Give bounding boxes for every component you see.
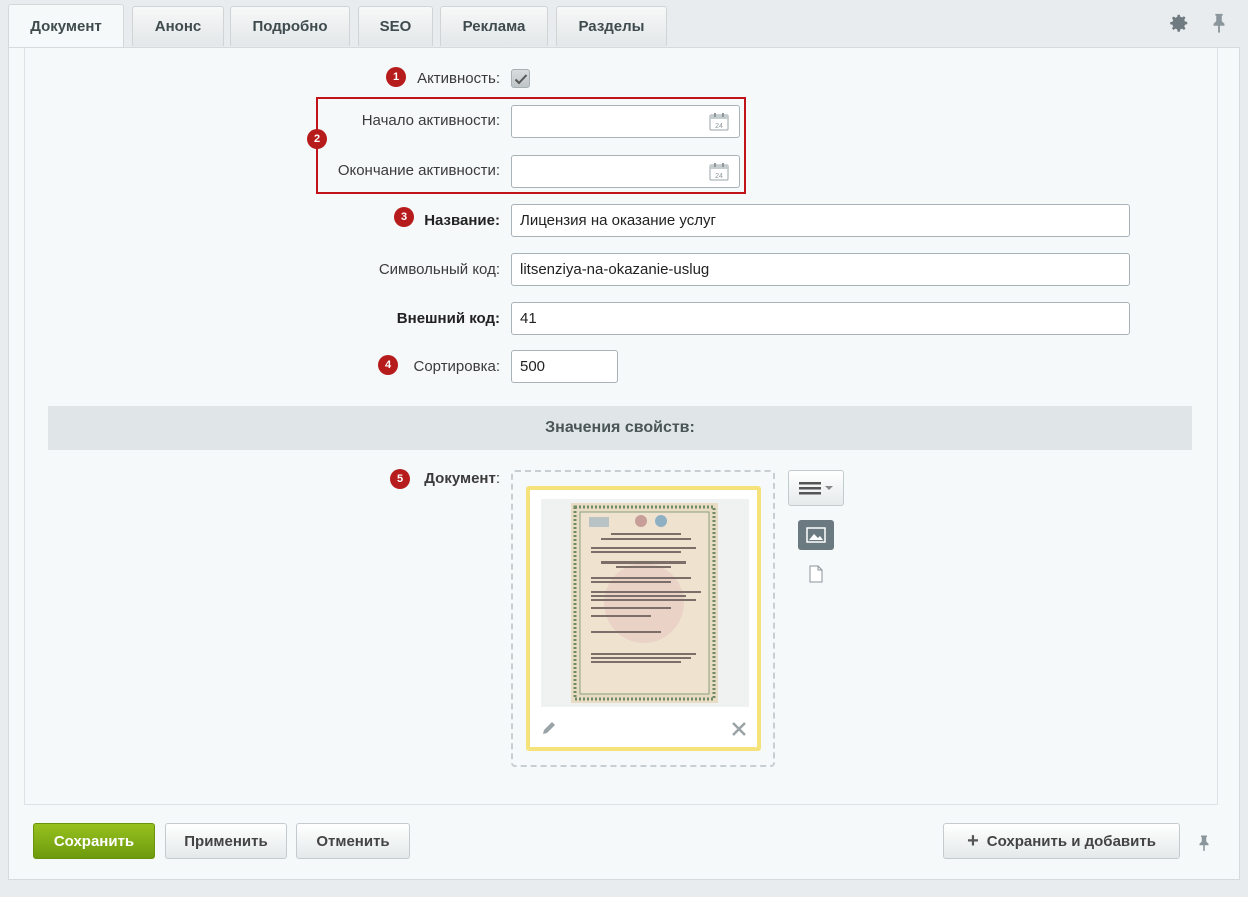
pin-icon[interactable]	[1208, 12, 1230, 34]
calendar-icon[interactable]: 24	[709, 112, 729, 131]
name-input[interactable]: Лицензия на оказание услуг	[511, 204, 1130, 237]
tab-document[interactable]: Документ	[8, 4, 124, 48]
sort-label: Сортировка:	[413, 358, 501, 375]
document-label-colon: :	[495, 470, 500, 487]
annotation-badge-2: 2	[307, 129, 327, 149]
activity-checkbox[interactable]	[511, 69, 530, 88]
tab-sections[interactable]: Разделы	[556, 6, 667, 46]
close-icon[interactable]	[731, 721, 747, 737]
svg-text:24: 24	[715, 123, 723, 130]
gear-icon[interactable]	[1168, 12, 1190, 34]
file-icon[interactable]	[808, 565, 824, 583]
document-thumbnail-image	[571, 503, 718, 703]
annotation-badge-5: 5	[390, 469, 410, 489]
tab-bar: Документ Анонс Подробно SEO Реклама Разд…	[0, 0, 1248, 48]
pencil-icon[interactable]	[540, 719, 558, 737]
footer-pin-icon[interactable]	[1195, 832, 1213, 854]
image-icon	[806, 527, 826, 543]
calendar-icon[interactable]: 24	[709, 162, 729, 181]
code-input[interactable]: litsenziya-na-okazanie-uslug	[511, 253, 1130, 286]
check-icon	[514, 73, 527, 84]
sort-input[interactable]: 500	[511, 350, 618, 383]
file-menu-button[interactable]	[788, 470, 844, 506]
save-and-add-label: Сохранить и добавить	[986, 832, 1156, 850]
properties-section-label: Значения свойств:	[545, 419, 695, 436]
annotation-badge-4: 4	[378, 355, 398, 375]
save-and-add-button[interactable]: + Сохранить и добавить	[943, 823, 1180, 859]
plus-icon: +	[967, 830, 979, 852]
tab-seo[interactable]: SEO	[358, 6, 433, 46]
properties-section-title: Значения свойств:	[48, 406, 1192, 450]
menu-icon	[799, 482, 833, 495]
name-label: Название:	[424, 212, 500, 229]
external-code-input[interactable]: 41	[511, 302, 1130, 335]
svg-text:24: 24	[715, 173, 723, 180]
code-label: Символьный код:	[378, 261, 500, 278]
annotation-badge-1: 1	[386, 67, 406, 87]
annotation-badge-3: 3	[394, 207, 414, 227]
end-date-label: Окончание активности:	[337, 162, 500, 179]
document-label-text: Документ	[424, 470, 496, 487]
file-thumbnail[interactable]	[541, 499, 749, 707]
cancel-button[interactable]: Отменить	[296, 823, 410, 859]
document-label: Документ:	[424, 470, 500, 487]
external-code-label: Внешний код:	[396, 310, 500, 327]
file-card[interactable]	[526, 486, 761, 751]
end-date-input[interactable]: 24	[511, 155, 740, 188]
tab-announce[interactable]: Анонс	[132, 6, 224, 46]
save-button[interactable]: Сохранить	[33, 823, 155, 859]
tab-advertising[interactable]: Реклама	[440, 6, 548, 46]
start-date-label: Начало активности:	[361, 112, 500, 129]
tab-details[interactable]: Подробно	[230, 6, 350, 46]
image-view-button[interactable]	[798, 520, 834, 550]
activity-label: Активность:	[417, 70, 500, 87]
start-date-input[interactable]: 24	[511, 105, 740, 138]
apply-button[interactable]: Применить	[165, 823, 287, 859]
